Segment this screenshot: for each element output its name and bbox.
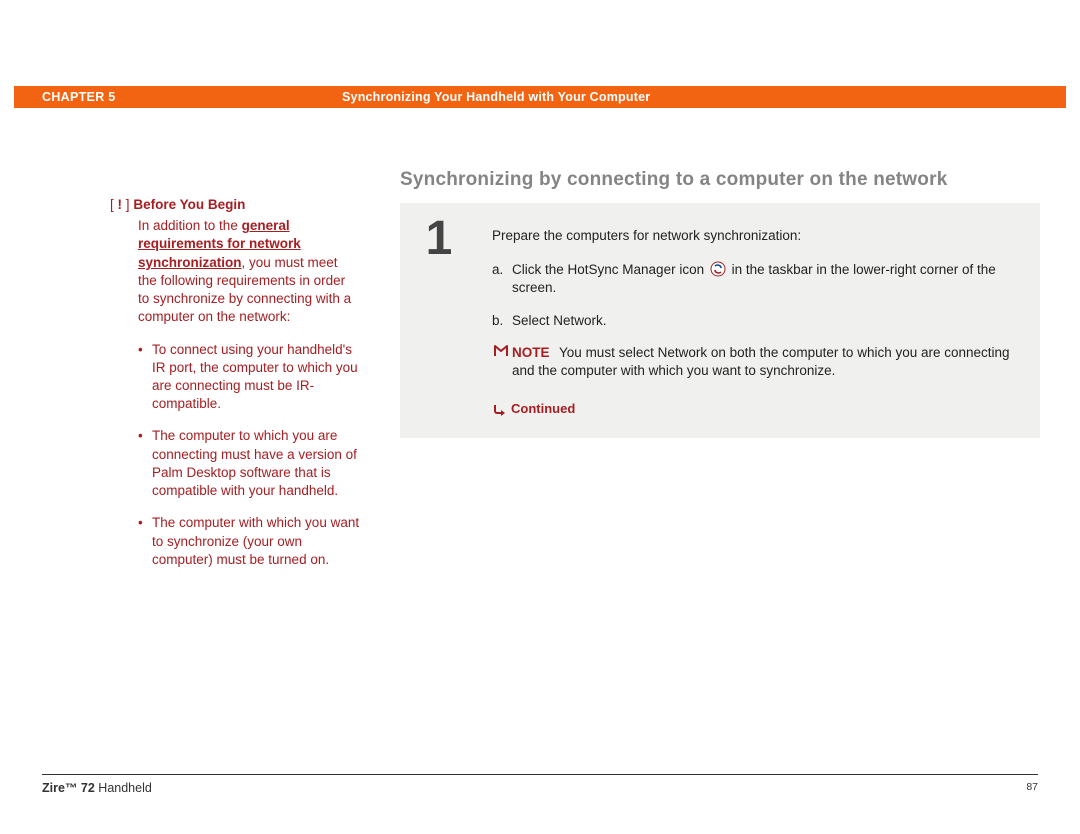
chapter-title: Synchronizing Your Handheld with Your Co… bbox=[342, 90, 650, 104]
hotsync-icon bbox=[710, 261, 726, 277]
step-body: Prepare the computers for network synchr… bbox=[478, 203, 1040, 438]
substep-a: a. Click the HotSync Manager icon in the… bbox=[492, 261, 1012, 297]
list-item: The computer to which you are connecting… bbox=[138, 427, 360, 500]
note-label: NOTE bbox=[512, 345, 550, 360]
continued-row[interactable]: Continued bbox=[492, 400, 1012, 418]
chapter-header-bar: CHAPTER 5 Synchronizing Your Handheld wi… bbox=[14, 86, 1066, 108]
chapter-label: CHAPTER 5 bbox=[14, 90, 342, 104]
substep-b: b. Select Network. bbox=[492, 312, 1012, 330]
step-intro: Prepare the computers for network synchr… bbox=[492, 227, 1012, 245]
page-footer: Zire™ 72 Handheld 87 bbox=[42, 774, 1038, 795]
step-box: 1 Prepare the computers for network sync… bbox=[400, 203, 1040, 438]
section-title: Synchronizing by connecting to a compute… bbox=[400, 169, 947, 191]
list-item: To connect using your handheld's IR port… bbox=[138, 341, 360, 414]
step-number: 1 bbox=[400, 203, 478, 438]
note-icon bbox=[492, 344, 512, 380]
list-item: The computer with which you want to sync… bbox=[138, 514, 360, 569]
sidebar-intro: In addition to the general requirements … bbox=[138, 217, 360, 326]
page-number: 87 bbox=[1026, 781, 1038, 795]
product-name: Zire™ 72 Handheld bbox=[42, 781, 152, 795]
sidebar-heading: [ ! ] Before You Begin bbox=[110, 196, 360, 214]
note-text: You must select Network on both the comp… bbox=[512, 345, 1010, 378]
sidebar-bullets: To connect using your handheld's IR port… bbox=[138, 341, 360, 569]
note-row: NOTE You must select Network on both the… bbox=[492, 344, 1012, 380]
continued-arrow-icon bbox=[492, 402, 506, 416]
before-you-begin-sidebar: [ ! ] Before You Begin In addition to th… bbox=[110, 196, 360, 583]
